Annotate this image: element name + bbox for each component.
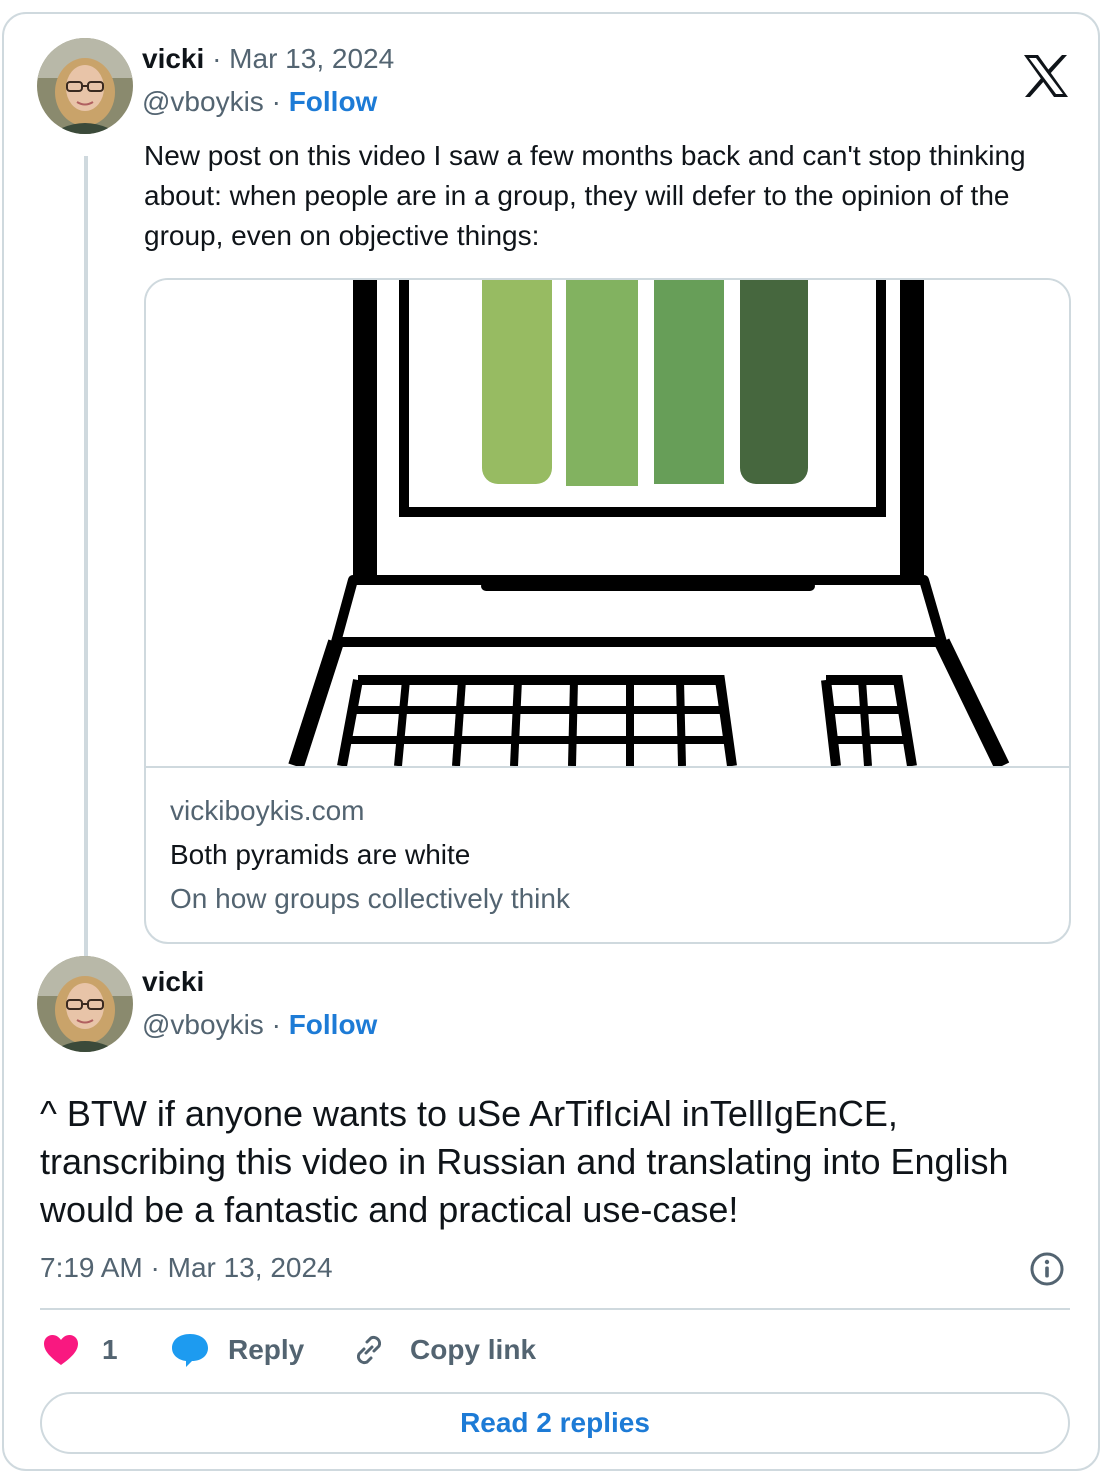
link-title: Both pyramids are white [170, 839, 471, 870]
divider [40, 1308, 1070, 1310]
link-icon [350, 1331, 388, 1369]
handle-line: @vboykis · Follow [142, 85, 377, 119]
screen-bar [482, 280, 552, 484]
author-handle[interactable]: @vboykis [142, 1009, 264, 1040]
separator: · [212, 43, 222, 74]
screen-bar [740, 280, 808, 484]
author-name[interactable]: vicki [142, 966, 204, 997]
post-timestamp[interactable]: 7:19 AM · Mar 13, 2024 [40, 1250, 333, 1286]
x-logo-icon[interactable] [1022, 54, 1070, 98]
like-button[interactable]: 1 [42, 1328, 118, 1372]
separator: · [271, 86, 281, 117]
avatar[interactable] [37, 956, 133, 1052]
link-card-divider [146, 766, 1069, 768]
post-text: New post on this video I saw a few month… [144, 140, 1026, 251]
like-count: 1 [102, 1334, 118, 1365]
link-domain: vickiboykis.com [170, 795, 365, 826]
author-line: vicki · Mar 13, 2024 [142, 42, 394, 76]
follow-button[interactable]: Follow [289, 86, 378, 117]
reply-button[interactable]: Reply [170, 1328, 304, 1372]
reply-label: Reply [228, 1334, 305, 1365]
copy-link-label: Copy link [410, 1334, 537, 1365]
thread-connector-line [84, 156, 88, 960]
post-text: ^ BTW if anyone wants to uSe ArTifIciAl … [40, 1093, 1009, 1230]
follow-button[interactable]: Follow [289, 1009, 378, 1040]
separator: · [271, 1009, 281, 1040]
author-name[interactable]: vicki [142, 43, 204, 74]
link-description: On how groups collectively think [170, 883, 570, 914]
avatar[interactable] [37, 38, 133, 134]
heart-icon [42, 1333, 80, 1367]
copy-link-button[interactable]: Copy link [350, 1328, 536, 1372]
link-preview-image [146, 280, 1069, 770]
link-preview-card[interactable]: vickiboykis.com Both pyramids are white … [144, 278, 1071, 944]
post-date[interactable]: Mar 13, 2024 [229, 43, 394, 74]
read-replies-button[interactable]: Read 2 replies [40, 1392, 1070, 1454]
screen-bar [654, 280, 724, 484]
screen-bar [566, 280, 638, 486]
author-line: vicki [142, 965, 204, 999]
reply-bubble-icon [170, 1332, 210, 1368]
info-icon[interactable] [1028, 1250, 1066, 1288]
author-handle[interactable]: @vboykis [142, 86, 264, 117]
embedded-post-card: vicki · Mar 13, 2024 @vboykis · Follow N… [2, 12, 1100, 1471]
handle-line: @vboykis · Follow [142, 1008, 377, 1042]
